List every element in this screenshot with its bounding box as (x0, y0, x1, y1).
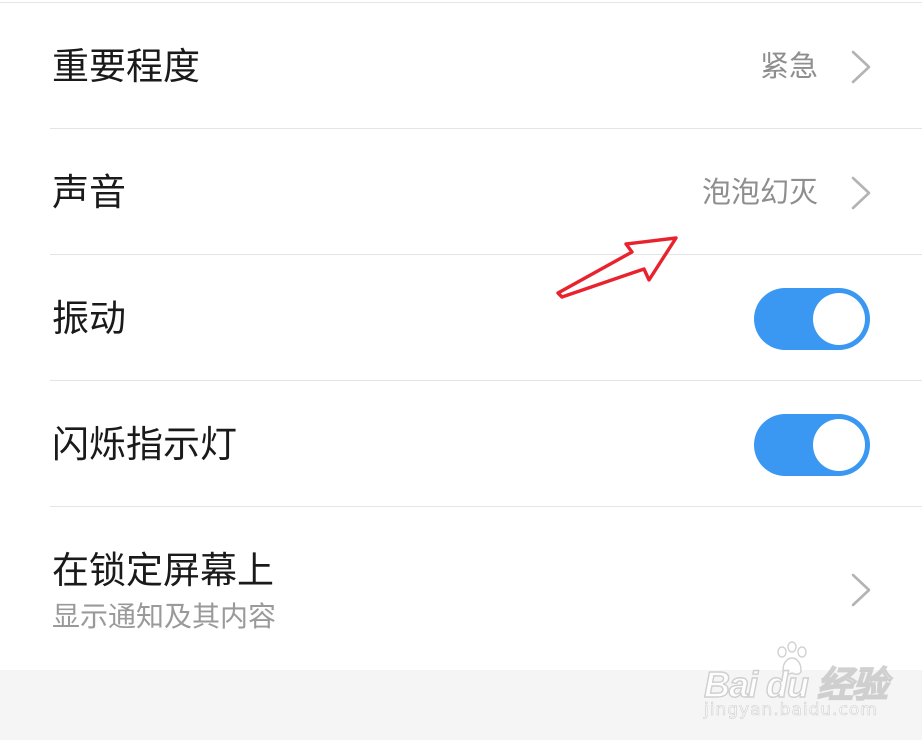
toggle-knob (813, 419, 865, 471)
led-row: 闪烁指示灯 (0, 381, 922, 507)
sound-row[interactable]: 声音 泡泡幻灭 (0, 129, 922, 255)
vibration-title: 振动 (52, 297, 126, 340)
importance-value: 紧急 (759, 49, 818, 83)
lock-screen-title: 在锁定屏幕上 (52, 549, 274, 592)
chevron-right-icon (849, 50, 873, 84)
sound-value: 泡泡幻灭 (701, 175, 818, 209)
baidu-watermark: Bai du 经验 jingyan.baidu.com (703, 640, 889, 724)
led-toggle[interactable] (754, 414, 870, 476)
red-arrow-icon (556, 236, 678, 299)
sound-title: 声音 (52, 171, 126, 214)
toggle-knob (813, 293, 865, 345)
vibration-row: 振动 (0, 255, 922, 381)
chevron-right-icon (849, 176, 873, 210)
led-title: 闪烁指示灯 (52, 423, 237, 466)
chevron-right-icon (849, 573, 873, 607)
importance-row[interactable]: 重要程度 紧急 (0, 3, 922, 129)
watermark-url: jingyan.baidu.com (704, 700, 878, 721)
lock-screen-subtitle: 显示通知及其内容 (52, 600, 277, 633)
vibration-toggle[interactable] (754, 288, 870, 350)
importance-title: 重要程度 (52, 45, 200, 88)
notification-settings-list: 重要程度 紧急 声音 泡泡幻灭 振动 闪烁指示灯 在锁定屏幕上 显示通知及其内容 (0, 0, 922, 670)
